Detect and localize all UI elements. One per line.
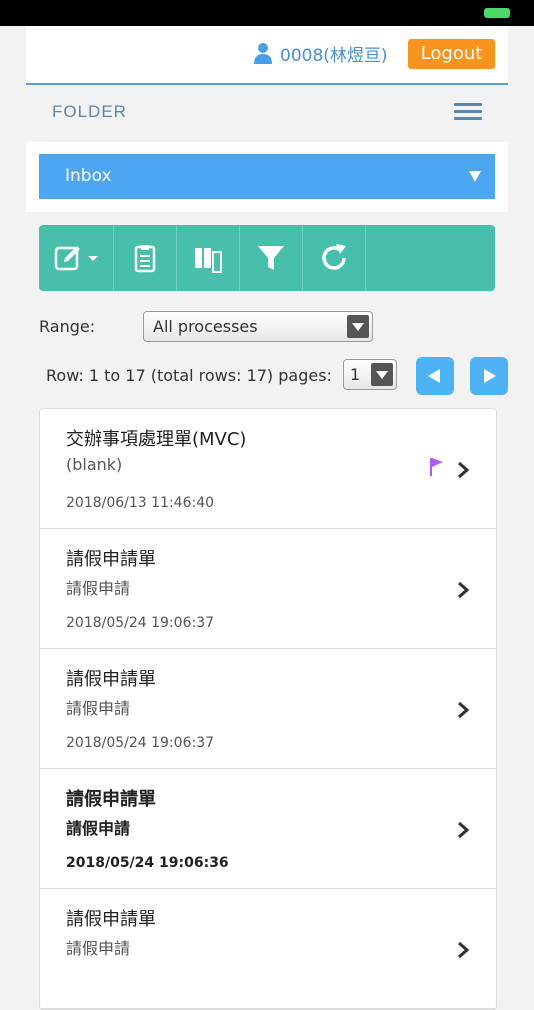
user-icon (254, 43, 272, 64)
hamburger-menu-icon[interactable] (454, 103, 482, 121)
folder-title: FOLDER (52, 102, 127, 121)
list-item[interactable]: 請假申請單 請假申請 (40, 889, 496, 1009)
range-select-value: All processes (153, 317, 258, 336)
item-title: 請假申請單 (66, 669, 156, 690)
refresh-icon (322, 244, 346, 270)
header: 0008(林煜亘) Logout (26, 26, 508, 85)
item-date: 2018/05/24 19:06:37 (66, 615, 215, 631)
list-item[interactable]: 交辦事項處理單(MVC) (blank) 2018/06/13 11:46:40 (40, 409, 496, 529)
clipboard-button[interactable] (114, 225, 177, 291)
action-toolbar (39, 225, 495, 291)
battery-icon (484, 8, 510, 18)
process-list: 交辦事項處理單(MVC) (blank) 2018/06/13 11:46:40… (39, 408, 497, 1010)
item-date: 2018/05/24 19:06:36 (66, 855, 229, 871)
chevron-right-icon (458, 821, 470, 839)
status-bar (0, 0, 534, 26)
logout-button[interactable]: Logout (408, 39, 495, 69)
list-item[interactable]: 請假申請單 請假申請 2018/05/24 19:06:37 (40, 529, 496, 649)
range-label: Range: (39, 317, 96, 336)
folder-select[interactable]: Inbox (39, 154, 495, 199)
item-title: 交辦事項處理單(MVC) (66, 429, 247, 450)
copy-button[interactable] (177, 225, 240, 291)
edit-icon (54, 246, 98, 271)
page-select-value: 1 (350, 365, 361, 384)
next-page-button[interactable] (470, 357, 508, 395)
item-subtitle: 請假申請 (66, 819, 131, 838)
filter-icon (258, 246, 284, 270)
item-date: 2018/05/24 19:06:37 (66, 735, 215, 751)
compose-button[interactable] (39, 225, 114, 291)
folder-bar: FOLDER (26, 85, 508, 141)
page-select[interactable]: 1 (343, 359, 397, 390)
refresh-button[interactable] (303, 225, 366, 291)
filter-button[interactable] (240, 225, 303, 291)
user-info: 0008(林煜亘) (254, 40, 388, 66)
item-subtitle: 請假申請 (66, 939, 131, 958)
item-title: 請假申請單 (66, 549, 156, 570)
item-subtitle: 請假申請 (66, 699, 131, 718)
chevron-down-icon (347, 315, 369, 338)
item-subtitle: 請假申請 (66, 579, 131, 598)
item-subtitle: (blank) (66, 455, 123, 474)
user-name: 0008(林煜亘) (280, 45, 388, 66)
chevron-down-icon (371, 363, 393, 386)
row-info: Row: 1 to 17 (total rows: 17) pages: (46, 366, 332, 385)
dropdown-arrow-icon (469, 171, 481, 182)
chevron-right-icon (458, 941, 470, 959)
range-select[interactable]: All processes (143, 311, 373, 342)
clipboard-icon (134, 245, 156, 273)
list-item[interactable]: 請假申請單 請假申請 2018/05/24 19:06:37 (40, 649, 496, 769)
chevron-right-icon (458, 701, 470, 719)
chevron-right-icon (458, 461, 470, 479)
item-title: 請假申請單 (66, 909, 156, 930)
item-date: 2018/06/13 11:46:40 (66, 495, 215, 511)
list-item[interactable]: 請假申請單 請假申請 2018/05/24 19:06:36 (40, 769, 496, 889)
folder-select-container: Inbox (26, 142, 508, 212)
chevron-right-icon (458, 581, 470, 599)
flag-icon (430, 458, 443, 476)
copy-pages-icon (195, 248, 222, 273)
folder-select-label: Inbox (65, 166, 112, 186)
item-title: 請假申請單 (66, 789, 156, 810)
prev-page-button[interactable] (416, 357, 454, 395)
